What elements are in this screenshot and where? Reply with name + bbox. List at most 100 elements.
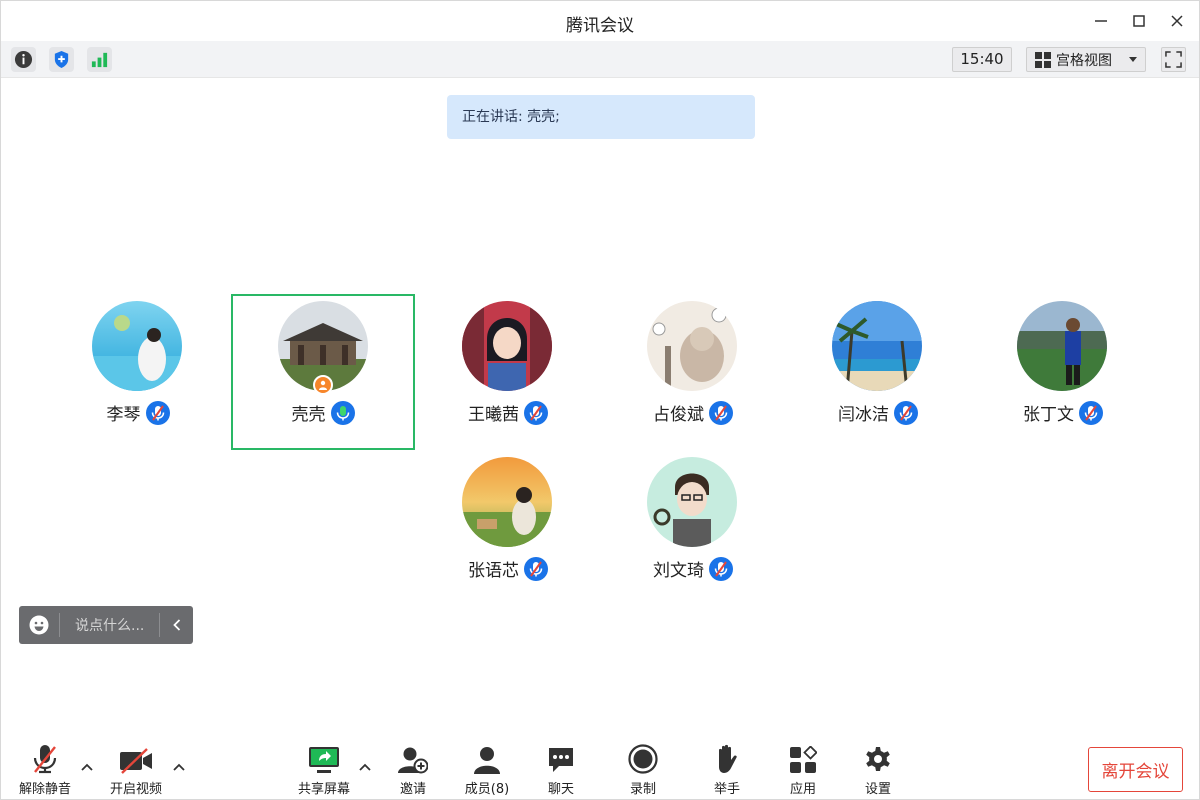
record-label: 录制 (629, 782, 656, 797)
minimize-button[interactable] (1087, 7, 1115, 35)
raise-hand-label: 举手 (713, 782, 740, 797)
view-layout-label: 宫格视图 (1056, 52, 1112, 69)
add-user-icon (398, 747, 428, 774)
chevron-left-icon (172, 619, 180, 631)
share-screen-label: 共享屏幕 (297, 782, 350, 797)
quick-chat-bar: 说点什么... (19, 606, 193, 644)
maximize-icon (1133, 15, 1145, 27)
mic-muted-icon (1079, 400, 1103, 425)
fullscreen-icon (1165, 51, 1182, 68)
fullscreen-button[interactable] (1161, 47, 1186, 72)
mic-muted-icon (524, 400, 548, 425)
participant-name-row: 刘文琦 (601, 556, 785, 581)
signal-icon (91, 52, 108, 68)
participant-name: 壳壳 (291, 405, 326, 425)
avatar (462, 301, 552, 391)
participant-tile[interactable]: 张丁文 (971, 294, 1155, 450)
participant-name: 张丁文 (1023, 405, 1074, 425)
collapse-chat-button[interactable] (159, 613, 193, 637)
meeting-info-button[interactable] (11, 47, 36, 72)
apps-label: 应用 (789, 782, 816, 797)
members-button[interactable]: 成员(8) (459, 741, 515, 797)
gear-icon (866, 747, 890, 771)
participant-tile[interactable]: 王曦茜 (416, 294, 600, 450)
invite-button[interactable]: 邀请 (388, 741, 438, 797)
participant-name-row: 张语芯 (416, 556, 600, 581)
chat-icon (549, 748, 573, 772)
chevron-down-icon (1129, 57, 1137, 62)
start-video-label: 开启视频 (109, 782, 162, 797)
chat-button[interactable]: 聊天 (536, 741, 586, 797)
unmute-label: 解除静音 (18, 782, 71, 797)
mic-muted-icon (33, 745, 57, 774)
security-button[interactable] (49, 47, 74, 72)
info-icon (14, 50, 33, 69)
maximize-button[interactable] (1125, 7, 1153, 35)
mic-muted-icon (709, 556, 733, 581)
settings-button[interactable]: 设置 (853, 741, 903, 797)
start-video-button[interactable]: 开启视频 (105, 741, 167, 797)
view-layout-dropdown[interactable]: 宫格视图 (1026, 47, 1146, 72)
apps-button[interactable]: 应用 (778, 741, 828, 797)
participant-tile[interactable]: 张语芯 (416, 450, 600, 606)
settings-label: 设置 (864, 782, 891, 797)
host-badge (313, 375, 333, 395)
mic-speaking-icon (330, 400, 355, 425)
participant-name: 占俊斌 (653, 405, 704, 425)
network-status-button[interactable] (87, 47, 112, 72)
participant-tile[interactable]: 闫冰洁 (786, 294, 970, 450)
record-icon (628, 744, 658, 774)
host-user-icon (319, 380, 327, 390)
participant-name-row: 李琴 (46, 400, 230, 425)
record-button[interactable]: 录制 (618, 741, 668, 797)
speaking-banner: 正在讲话: 壳壳; (447, 95, 755, 139)
participant-tile[interactable]: 李琴 (46, 294, 230, 450)
members-label: 成员(8) (464, 782, 510, 797)
close-button[interactable] (1163, 7, 1191, 35)
avatar (1017, 301, 1107, 391)
mic-muted-icon (709, 400, 733, 425)
share-options-button[interactable] (357, 759, 373, 775)
participant-name-row: 壳壳 (233, 400, 413, 425)
participant-tile[interactable]: 刘文琦 (601, 450, 785, 606)
raise-hand-button[interactable]: 举手 (702, 741, 752, 797)
participant-tile-active[interactable]: 壳壳 (231, 294, 415, 450)
audio-options-button[interactable] (79, 759, 95, 775)
participant-name: 张语芯 (468, 561, 519, 581)
mic-muted-icon (894, 400, 918, 425)
participant-name: 王曦茜 (468, 405, 519, 425)
title-bar: 腾讯会议 (1, 1, 1199, 41)
participant-name: 刘文琦 (653, 561, 704, 581)
participant-tile[interactable]: 占俊斌 (601, 294, 785, 450)
hand-icon (719, 744, 737, 773)
video-options-button[interactable] (171, 759, 187, 775)
avatar (647, 301, 737, 391)
participant-name: 闫冰洁 (838, 405, 889, 425)
chevron-up-icon (359, 763, 371, 771)
chat-label: 聊天 (547, 782, 574, 797)
participant-name-row: 张丁文 (971, 400, 1155, 425)
emoji-icon (29, 615, 49, 635)
emoji-button[interactable] (19, 615, 59, 635)
participant-name-row: 王曦茜 (416, 400, 600, 425)
chevron-up-icon (81, 763, 93, 771)
avatar (462, 457, 552, 547)
chat-input[interactable]: 说点什么... (60, 615, 159, 635)
mic-muted-icon (524, 556, 548, 581)
unmute-button[interactable]: 解除静音 (15, 741, 75, 797)
meeting-window: 腾讯会议 15:40 宫格视图 正在讲话: 壳壳; 李琴 壳壳 王曦茜 占俊斌 … (0, 0, 1200, 800)
video-off-icon (120, 748, 152, 774)
apps-icon (790, 746, 817, 773)
mic-muted-icon (145, 400, 170, 425)
participant-name-row: 占俊斌 (601, 400, 785, 425)
avatar (647, 457, 737, 547)
grid-view-icon (1035, 51, 1051, 68)
share-screen-button[interactable]: 共享屏幕 (294, 741, 354, 797)
participant-name-row: 闫冰洁 (786, 400, 970, 425)
chevron-up-icon (173, 763, 185, 771)
leave-meeting-button[interactable]: 离开会议 (1088, 747, 1183, 792)
window-title: 腾讯会议 (566, 16, 634, 36)
share-screen-icon (309, 747, 339, 773)
minimize-icon (1095, 20, 1107, 22)
meeting-toolbar: 15:40 宫格视图 (1, 41, 1199, 78)
